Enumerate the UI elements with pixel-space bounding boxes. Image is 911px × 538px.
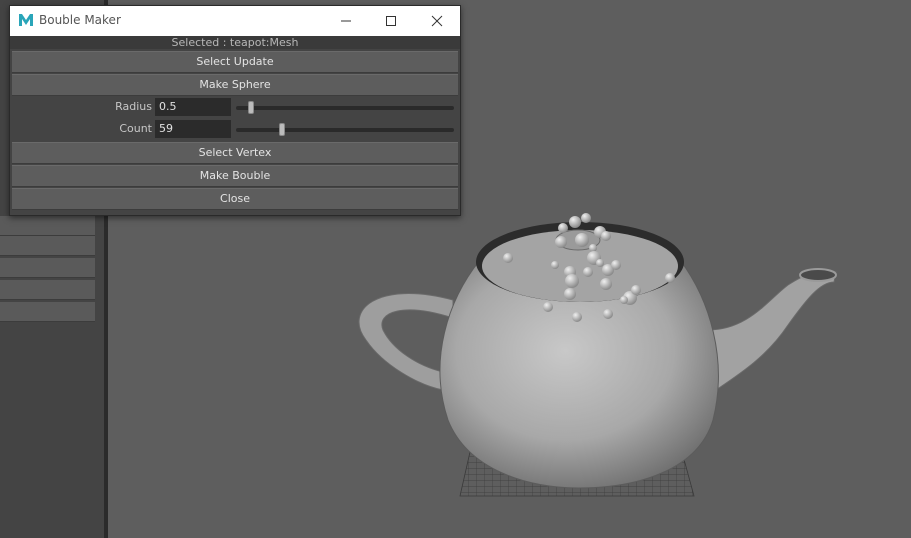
select-vertex-button[interactable]: Select Vertex [12,142,458,164]
make-sphere-button[interactable]: Make Sphere [12,74,458,96]
maximize-icon [386,16,396,26]
radius-slider[interactable] [236,101,454,114]
maya-app-icon [18,12,34,28]
make-bouble-button[interactable]: Make Bouble [12,165,458,187]
select-update-button[interactable]: Select Update [12,51,458,73]
panel-row[interactable] [0,302,95,322]
minimize-button[interactable] [323,6,369,36]
panel-row[interactable] [0,258,95,278]
count-slider-handle[interactable] [278,123,285,136]
radius-field[interactable]: 0.5 [155,98,231,116]
count-label: Count [119,122,152,135]
radius-label: Radius [115,100,152,113]
panel-row[interactable] [0,236,95,256]
count-slider[interactable] [236,123,454,136]
radius-row: Radius 0.5 [10,97,460,117]
close-window-button[interactable] [414,6,460,36]
count-field[interactable]: 59 [155,120,231,138]
close-icon [431,15,443,27]
count-row: Count 59 [10,119,460,139]
close-button[interactable]: Close [12,188,458,210]
panel-row[interactable] [0,280,95,300]
window-titlebar[interactable]: Bouble Maker [10,6,460,36]
minimize-icon [341,20,351,22]
radius-slider-handle[interactable] [248,101,255,114]
window-title: Bouble Maker [39,13,121,27]
selection-status: Selected : teapot:Mesh [10,36,460,49]
panel-row[interactable] [0,216,95,236]
maximize-button[interactable] [368,6,414,36]
bouble-maker-window: Bouble Maker Selected : teapot:Mesh Sele… [9,5,461,216]
